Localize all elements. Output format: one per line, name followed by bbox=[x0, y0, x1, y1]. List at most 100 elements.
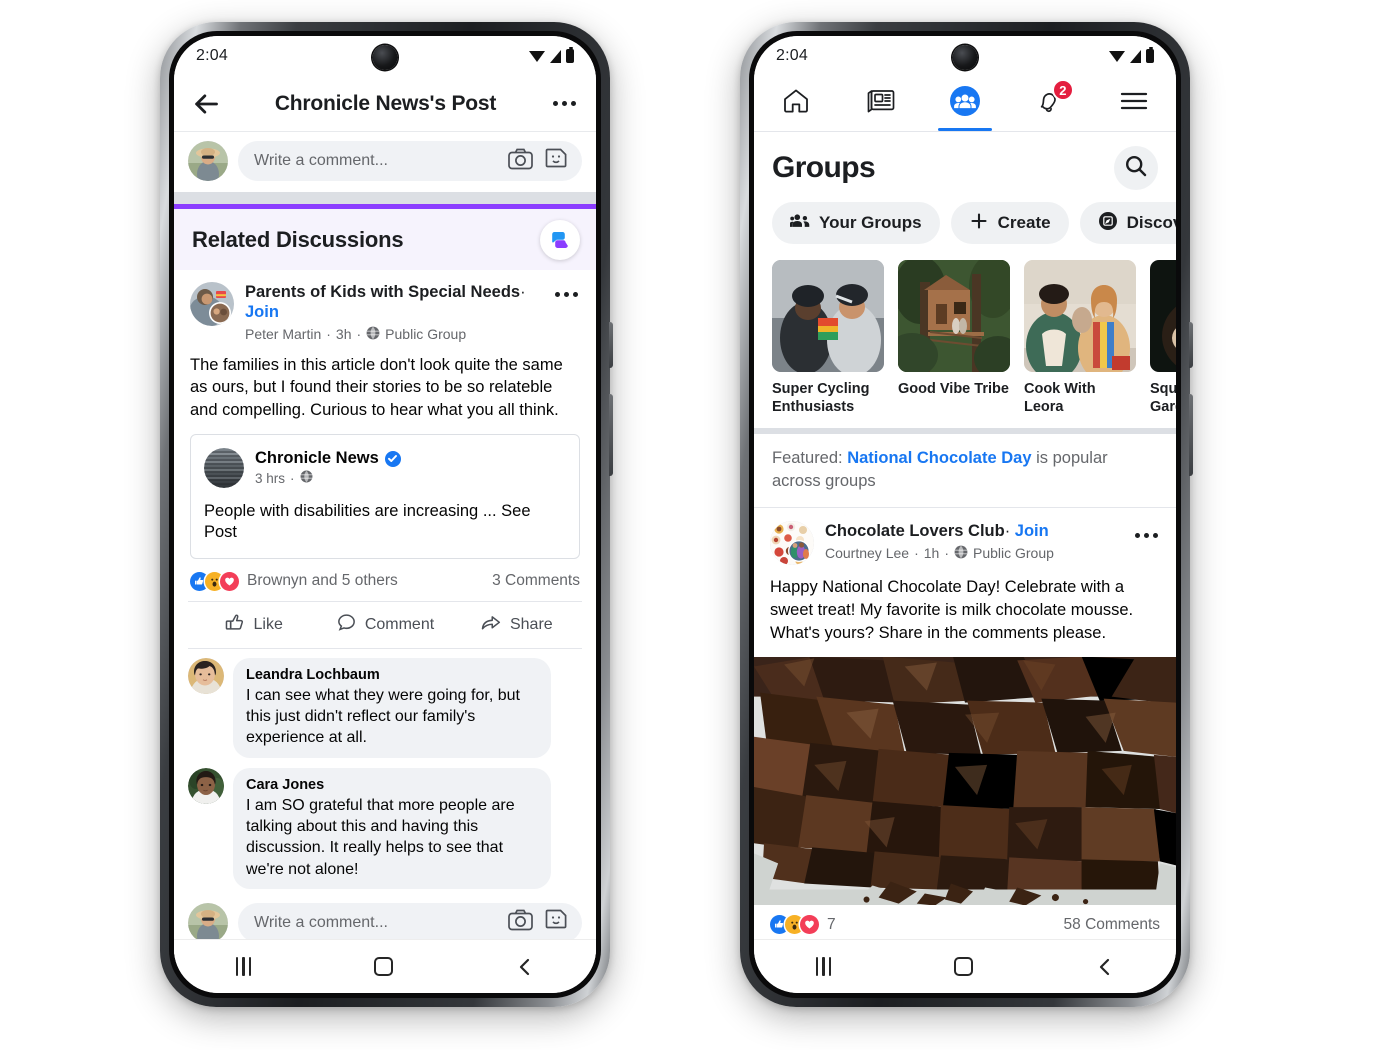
tab-news[interactable] bbox=[838, 76, 922, 131]
volume-button[interactable] bbox=[1189, 394, 1193, 476]
comments-count[interactable]: 58 Comments bbox=[1064, 916, 1160, 934]
reaction-icons[interactable] bbox=[770, 915, 819, 935]
wifi-icon bbox=[529, 50, 545, 62]
post-actions-row: Like Comment Share bbox=[188, 600, 582, 649]
group-card-name: Square Foot Garden bbox=[1150, 381, 1176, 416]
section-divider bbox=[174, 192, 596, 204]
volume-button[interactable] bbox=[609, 394, 613, 476]
comment-label: Comment bbox=[364, 615, 435, 633]
user-avatar bbox=[188, 141, 228, 181]
comment-input-placeholder[interactable]: Write a comment... bbox=[254, 152, 508, 170]
page-avatar bbox=[204, 447, 244, 488]
group-avatar[interactable] bbox=[190, 282, 234, 326]
tab-home[interactable] bbox=[754, 76, 838, 131]
comments-count[interactable]: 3 Comments bbox=[492, 572, 580, 590]
commenter-name[interactable]: Leandra Lochbaum bbox=[246, 666, 538, 684]
tab-notifications[interactable]: 2 bbox=[1007, 76, 1091, 131]
like-button[interactable]: Like bbox=[188, 602, 319, 648]
post-more-options-icon[interactable] bbox=[553, 282, 580, 303]
battery-icon bbox=[566, 47, 574, 63]
comments-list: Leandra Lochbaum I can see what they wer… bbox=[174, 648, 596, 889]
reactions-label[interactable]: Brownyn and 5 others bbox=[247, 572, 398, 590]
group-thumbnail bbox=[1024, 260, 1136, 372]
sticker-icon[interactable] bbox=[544, 908, 568, 937]
comment-input-pill[interactable]: Write a comment... bbox=[238, 141, 582, 181]
news-feed-icon bbox=[866, 87, 896, 120]
chip-discover[interactable]: Discover bbox=[1079, 202, 1176, 244]
power-button[interactable] bbox=[609, 322, 613, 368]
love-reaction-icon bbox=[800, 915, 819, 935]
post-time: 3h bbox=[335, 326, 352, 343]
top-comment-composer[interactable]: Write a comment... bbox=[174, 132, 596, 192]
post-meta: Parents of Kids with Special Needs· Join… bbox=[245, 282, 542, 343]
chip-your-groups[interactable]: Your Groups bbox=[772, 202, 940, 244]
more-options-icon[interactable] bbox=[551, 95, 578, 112]
featured-link[interactable]: National Chocolate Day bbox=[847, 449, 1031, 467]
commenter-name[interactable]: Cara Jones bbox=[246, 776, 538, 794]
comment-button[interactable]: Comment bbox=[319, 602, 450, 648]
recents-button[interactable] bbox=[815, 957, 832, 976]
wifi-icon bbox=[1109, 50, 1125, 62]
compass-icon bbox=[1098, 211, 1118, 236]
group-avatar[interactable] bbox=[770, 520, 814, 565]
notification-badge: 2 bbox=[1051, 79, 1074, 101]
post-time: 1h bbox=[923, 545, 940, 562]
group-card[interactable]: Square Foot Garden bbox=[1150, 260, 1176, 416]
group-card[interactable]: Super Cycling Enthusiasts bbox=[772, 260, 884, 416]
status-time: 2:04 bbox=[776, 47, 808, 64]
related-discussions-icon[interactable] bbox=[540, 219, 580, 260]
commenter-avatar[interactable] bbox=[188, 767, 224, 804]
post-text: The families in this article don't look … bbox=[190, 355, 563, 420]
post-author[interactable]: Peter Martin bbox=[245, 326, 321, 342]
reaction-icons[interactable] bbox=[190, 571, 239, 591]
group-thumbnail bbox=[1150, 260, 1176, 372]
android-navigation-bar bbox=[754, 939, 1176, 993]
suggested-groups-carousel[interactable]: Super Cycling Enthusiasts Good Vibe Trib… bbox=[754, 258, 1176, 427]
chip-label: Create bbox=[997, 213, 1051, 232]
group-card[interactable]: Cook With Leora bbox=[1024, 260, 1136, 416]
share-label: Share bbox=[509, 615, 553, 633]
post-privacy: Public Group bbox=[972, 545, 1054, 562]
chip-create[interactable]: Create bbox=[950, 202, 1069, 244]
comment-bubble: Cara Jones I am SO grateful that more pe… bbox=[233, 767, 551, 889]
back-button[interactable] bbox=[1096, 957, 1114, 977]
groups-filter-chips: Your Groups Create Discover bbox=[754, 196, 1176, 258]
chocolate-chunks-photo[interactable] bbox=[754, 657, 1176, 906]
back-arrow-icon[interactable] bbox=[192, 90, 220, 118]
join-button[interactable]: Join bbox=[245, 303, 279, 321]
embed-page-name[interactable]: Chronicle News bbox=[255, 449, 379, 468]
separator: · bbox=[944, 545, 949, 562]
comment-input-pill[interactable]: Write a comment... bbox=[238, 902, 582, 943]
camera-icon[interactable] bbox=[508, 148, 533, 175]
camera-icon[interactable] bbox=[508, 909, 533, 936]
status-time: 2:04 bbox=[196, 47, 228, 64]
hamburger-menu-icon bbox=[1119, 90, 1149, 117]
tab-groups[interactable] bbox=[923, 76, 1007, 131]
share-button[interactable]: Share bbox=[451, 602, 582, 648]
post-author[interactable]: Courtney Lee bbox=[825, 545, 909, 561]
groups-header: Groups bbox=[754, 132, 1176, 196]
related-post: Parents of Kids with Special Needs· Join… bbox=[174, 270, 596, 559]
post-more-options-icon[interactable] bbox=[1133, 521, 1160, 544]
tab-menu[interactable] bbox=[1092, 76, 1176, 131]
sticker-icon[interactable] bbox=[544, 147, 568, 176]
group-name[interactable]: Parents of Kids with Special Needs bbox=[245, 283, 520, 301]
reactions-count[interactable]: 7 bbox=[827, 916, 836, 934]
embedded-post-card[interactable]: Chronicle News 3 hrs · People with disab… bbox=[190, 433, 580, 559]
right-phone-bezel: 2:04 2 Groups Your Groups Create Disco S… bbox=[749, 31, 1181, 998]
back-button[interactable] bbox=[516, 957, 534, 977]
signal-icon bbox=[550, 49, 561, 63]
power-button[interactable] bbox=[1189, 322, 1193, 368]
embed-text[interactable]: People with disabilities are increasing … bbox=[204, 501, 566, 544]
recents-button[interactable] bbox=[235, 957, 252, 976]
group-name[interactable]: Chocolate Lovers Club bbox=[825, 522, 1005, 540]
embed-header: Chronicle News 3 hrs · bbox=[204, 447, 566, 488]
comment-input-placeholder[interactable]: Write a comment... bbox=[254, 914, 508, 932]
home-button[interactable] bbox=[374, 957, 394, 976]
join-button[interactable]: Join bbox=[1015, 522, 1049, 540]
search-button[interactable] bbox=[1114, 146, 1158, 190]
commenter-avatar[interactable] bbox=[188, 657, 224, 694]
home-button[interactable] bbox=[954, 957, 974, 976]
group-card[interactable]: Good Vibe Tribe bbox=[898, 260, 1010, 416]
globe-icon bbox=[954, 545, 968, 562]
